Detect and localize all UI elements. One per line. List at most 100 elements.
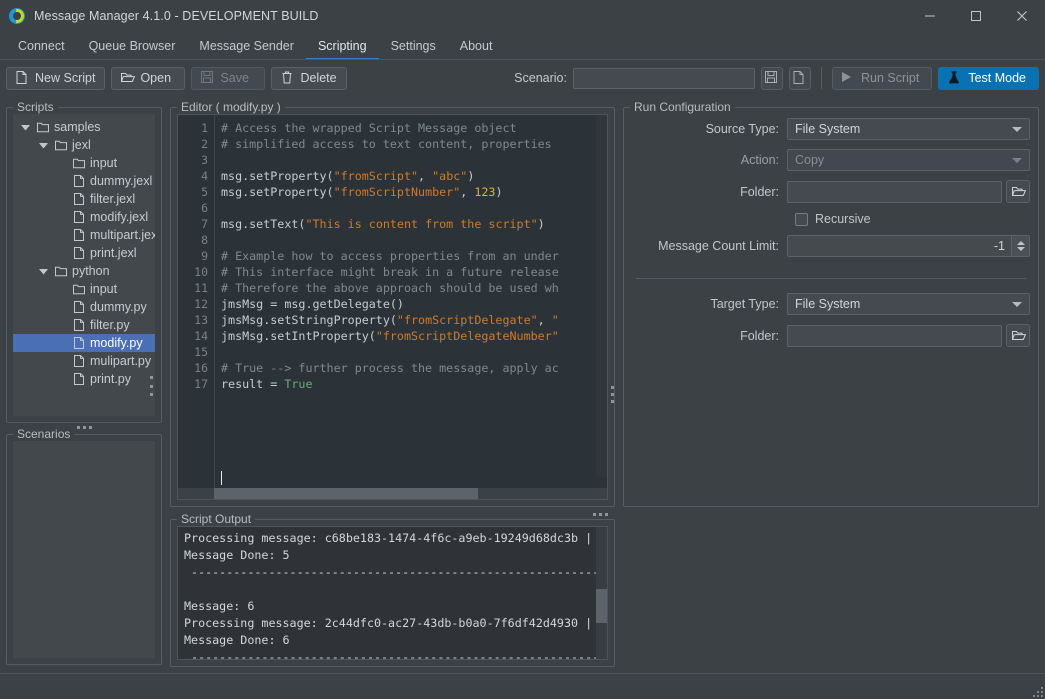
tab-settings[interactable]: Settings — [379, 32, 448, 60]
recursive-row[interactable]: Recursive — [795, 212, 1030, 226]
tree-item-modify-py[interactable]: modify.py — [13, 334, 155, 352]
stepper-down-icon[interactable] — [1016, 247, 1025, 251]
scenarios-panel-title: Scenarios — [13, 427, 75, 441]
source-folder-browse-button[interactable] — [1006, 180, 1030, 203]
editor-config-splitter[interactable] — [611, 386, 614, 403]
message-count-limit-stepper[interactable] — [787, 235, 1030, 257]
line-number: 15 — [194, 345, 208, 359]
tree-item-modify-jexl[interactable]: modify.jexl — [13, 208, 155, 226]
tree-item-python[interactable]: python — [13, 262, 155, 280]
window-title: Message Manager 4.1.0 - DEVELOPMENT BUIL… — [34, 9, 319, 23]
folder-icon — [72, 284, 86, 295]
code-area[interactable]: 1 2 3 4 5 6 7 8 9 10 11 12 13 14 15 16 17 # Access the w… — [178, 115, 607, 488]
run-script-button[interactable]: Run Script — [831, 66, 933, 90]
recursive-checkbox[interactable] — [795, 212, 808, 226]
expand-triangle-icon[interactable] — [19, 123, 32, 132]
line-number: 10 — [194, 265, 208, 279]
tree-item-jexl[interactable]: jexl — [13, 136, 155, 154]
scenarios-list[interactable] — [13, 441, 155, 658]
action-label: Action: — [740, 153, 779, 167]
folder-icon — [54, 266, 68, 277]
tab-queue-browser[interactable]: Queue Browser — [77, 32, 188, 60]
message-count-limit-input[interactable] — [787, 235, 1011, 257]
maximize-icon[interactable] — [953, 0, 999, 32]
new-scenario-button[interactable] — [788, 66, 811, 90]
target-type-value: File System — [795, 297, 861, 311]
scripting-toolbar: New Script Open Save Delete Scenario: Ru… — [0, 60, 1045, 96]
action-select[interactable]: Copy — [787, 149, 1030, 171]
editor-vertical-scrollbar[interactable] — [596, 115, 607, 477]
editor-hscroll-thumb[interactable] — [214, 488, 478, 499]
save-scenario-button[interactable] — [760, 66, 783, 90]
new-file-icon — [793, 71, 806, 85]
tree-item-multipart-jexl[interactable]: multipart.jexl — [13, 226, 155, 244]
tree-item-print-py[interactable]: print.py — [13, 370, 155, 388]
target-folder-input[interactable] — [787, 324, 1002, 347]
output-vertical-scrollbar[interactable] — [596, 527, 607, 659]
line-number-gutter: 1 2 3 4 5 6 7 8 9 10 11 12 13 14 15 16 17 — [178, 115, 214, 488]
tree-item-print-jexl[interactable]: print.jexl — [13, 244, 155, 262]
delete-button[interactable]: Delete — [271, 66, 347, 90]
recursive-label: Recursive — [815, 212, 871, 226]
tree-item-filter-py[interactable]: filter.py — [13, 316, 155, 334]
save-button[interactable]: Save — [191, 66, 266, 90]
line-number: 3 — [201, 153, 208, 167]
tree-item-input[interactable]: input — [13, 154, 155, 172]
new-script-button[interactable]: New Script — [6, 66, 106, 90]
tab-about[interactable]: About — [448, 32, 505, 60]
code-text[interactable]: # Access the wrapped Script Message obje… — [215, 115, 607, 488]
expand-triangle-icon[interactable] — [37, 267, 50, 276]
tab-connect[interactable]: Connect — [6, 32, 77, 60]
tree-item-mulipart-py[interactable]: mulipart.py — [13, 352, 155, 370]
application-window: Message Manager 4.1.0 - DEVELOPMENT BUIL… — [0, 0, 1045, 699]
output-scroll-thumb[interactable] — [596, 589, 607, 623]
tab-message-sender[interactable]: Message Sender — [187, 32, 306, 60]
config-divider — [636, 278, 1026, 279]
folder-icon — [54, 140, 68, 151]
editor-horizontal-scrollbar[interactable] — [178, 488, 607, 499]
chevron-down-icon — [1012, 126, 1022, 132]
source-folder-input[interactable] — [787, 180, 1002, 203]
line-number: 9 — [201, 249, 208, 263]
new-file-icon — [16, 71, 29, 85]
source-folder-row: Folder: — [632, 180, 1030, 203]
script-tree[interactable]: samples jexl input dummy.jexl filter.jexl mod… — [13, 114, 155, 416]
open-button[interactable]: Open — [111, 66, 186, 90]
folder-icon — [72, 158, 86, 169]
output-console[interactable]: Processing message: c68be183-1474-4f6c-a… — [177, 526, 608, 660]
expand-triangle-icon[interactable] — [37, 141, 50, 150]
right-panel: Run Configuration Source Type: File Syst… — [621, 96, 1045, 673]
target-folder-browse-button[interactable] — [1006, 324, 1030, 347]
tab-scripting[interactable]: Scripting — [305, 32, 379, 60]
tree-item-filter-jexl[interactable]: filter.jexl — [13, 190, 155, 208]
file-icon — [72, 373, 86, 385]
minimize-icon[interactable] — [907, 0, 953, 32]
close-icon[interactable] — [999, 0, 1045, 32]
scenario-input[interactable] — [572, 67, 755, 89]
output-line: Processing message: 2c44dfc0-ac27-43db-b… — [184, 616, 593, 630]
tree-item-samples[interactable]: samples — [13, 118, 155, 136]
output-line: Processing message: c68be183-1474-4f6c-a… — [184, 531, 593, 545]
tree-item-dummy-py[interactable]: dummy.py — [13, 298, 155, 316]
tree-resize-handle[interactable] — [148, 376, 154, 396]
file-icon — [72, 193, 86, 205]
scenario-label: Scenario: — [514, 71, 567, 85]
scripts-panel-title: Scripts — [13, 100, 58, 114]
window-resize-grip[interactable] — [1031, 685, 1043, 697]
tree-item-dummy-jexl[interactable]: dummy.jexl — [13, 172, 155, 190]
target-type-row: Target Type: File System — [632, 293, 1030, 315]
target-type-select[interactable]: File System — [787, 293, 1030, 315]
stepper-up-icon[interactable] — [1016, 241, 1025, 245]
tree-item-input[interactable]: input — [13, 280, 155, 298]
app-logo-icon — [9, 8, 25, 24]
source-type-select[interactable]: File System — [787, 118, 1030, 140]
stepper-buttons[interactable] — [1011, 235, 1030, 257]
floppy-disk-icon — [765, 71, 778, 85]
editor-panel-title: Editor ( modify.py ) — [177, 100, 285, 114]
scenario-controls: Scenario: Run Script Test Mode — [514, 66, 1039, 90]
code-editor[interactable]: 1 2 3 4 5 6 7 8 9 10 11 12 13 14 15 16 17 # Access the w… — [177, 114, 608, 500]
test-mode-button[interactable]: Test Mode — [938, 66, 1039, 90]
tree-item-label: dummy.jexl — [90, 174, 153, 188]
editor-resize-handle[interactable] — [593, 513, 608, 516]
